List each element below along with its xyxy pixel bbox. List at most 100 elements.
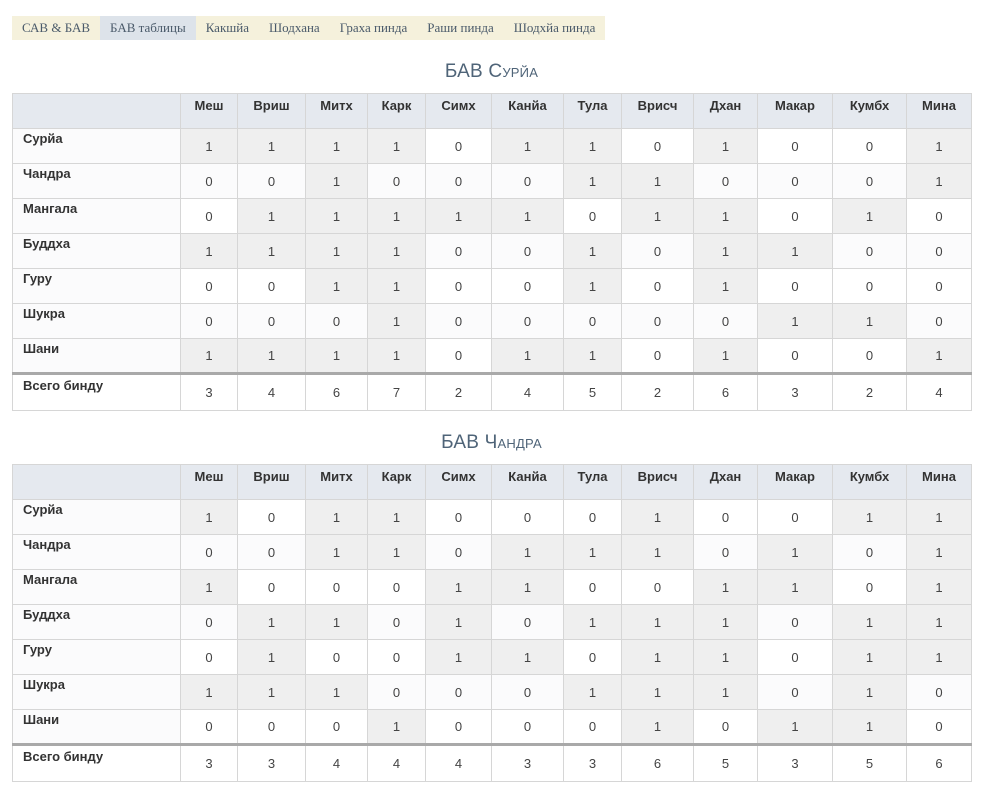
- column-header: Канйа: [491, 464, 564, 500]
- bindu-cell: 0: [621, 268, 694, 304]
- row-label: Сурйа: [12, 499, 181, 535]
- column-header: Дхан: [693, 464, 758, 500]
- bindu-cell: 0: [425, 499, 492, 535]
- total-cell: 4: [367, 744, 426, 782]
- bindu-cell: 0: [621, 233, 694, 269]
- bindu-cell: 1: [906, 128, 972, 164]
- bindu-cell: 1: [621, 198, 694, 234]
- bindu-cell: 0: [906, 303, 972, 339]
- row-label: Гуру: [12, 639, 181, 675]
- bav-table: Меш Вриш Митх Карк Симх Канйа Тула Врисч Дхан Мак…: [12, 464, 972, 782]
- corner-header-cell: [12, 464, 181, 500]
- bindu-cell: 1: [906, 163, 972, 199]
- total-cell: 3: [491, 744, 564, 782]
- bindu-cell: 1: [621, 534, 694, 570]
- tab-graha-pinda[interactable]: Граха пинда: [330, 16, 418, 40]
- total-cell: 5: [563, 373, 622, 411]
- bindu-cell: 1: [693, 569, 758, 605]
- bindu-cell: 0: [367, 674, 426, 710]
- bindu-cell: 1: [621, 499, 694, 535]
- column-header: Карк: [367, 93, 426, 129]
- bindu-cell: 1: [757, 534, 833, 570]
- bindu-cell: 1: [563, 604, 622, 640]
- bindu-cell: 0: [757, 604, 833, 640]
- column-header: Мина: [906, 464, 972, 500]
- total-cell: 7: [367, 373, 426, 411]
- bindu-cell: 1: [491, 198, 564, 234]
- bindu-cell: 0: [757, 338, 833, 374]
- bindu-cell: 1: [832, 303, 907, 339]
- total-cell: 2: [621, 373, 694, 411]
- bindu-cell: 1: [693, 198, 758, 234]
- row-label: Мангала: [12, 198, 181, 234]
- bindu-cell: 1: [305, 674, 368, 710]
- bindu-cell: 0: [621, 338, 694, 374]
- total-cell: 4: [425, 744, 492, 782]
- row-label: Буддха: [12, 233, 181, 269]
- bindu-cell: 1: [237, 604, 306, 640]
- bindu-cell: 1: [237, 639, 306, 675]
- total-cell: 6: [305, 373, 368, 411]
- table-row: Мангала 1 0 0 0 1 1 0 0 1 1 0 1: [12, 569, 972, 605]
- bindu-cell: 0: [425, 338, 492, 374]
- tab-kakshya[interactable]: Какшйа: [196, 16, 259, 40]
- bindu-cell: 1: [563, 674, 622, 710]
- column-header: Вриш: [237, 93, 306, 129]
- bindu-cell: 1: [367, 338, 426, 374]
- row-label: Чандра: [12, 534, 181, 570]
- bindu-cell: 1: [367, 268, 426, 304]
- column-header: Дхан: [693, 93, 758, 129]
- bindu-cell: 0: [305, 303, 368, 339]
- tab-sav-bav[interactable]: САВ & БАВ: [12, 16, 100, 40]
- bindu-cell: 1: [237, 233, 306, 269]
- bindu-cell: 1: [367, 709, 426, 745]
- bindu-cell: 1: [180, 499, 238, 535]
- total-row: Всего бинду 3 3 4 4 4 3 3 6 5 3 5 6: [12, 744, 972, 782]
- bindu-cell: 0: [491, 233, 564, 269]
- bindu-cell: 0: [425, 534, 492, 570]
- section-title: БАВ Чандра: [441, 432, 542, 453]
- bindu-cell: 0: [621, 128, 694, 164]
- bindu-cell: 1: [563, 163, 622, 199]
- bindu-cell: 1: [491, 569, 564, 605]
- total-cell: 3: [757, 373, 833, 411]
- column-header: Кумбх: [832, 464, 907, 500]
- column-header: Меш: [180, 93, 238, 129]
- bindu-cell: 1: [237, 338, 306, 374]
- bindu-cell: 0: [757, 499, 833, 535]
- column-header: Макар: [757, 93, 833, 129]
- bindu-cell: 1: [305, 534, 368, 570]
- bav-table: Меш Вриш Митх Карк Симх Канйа Тула Врисч Дхан Мак…: [12, 93, 972, 411]
- tab-shodhana[interactable]: Шодхана: [259, 16, 330, 40]
- bindu-cell: 1: [305, 604, 368, 640]
- column-header: Врисч: [621, 464, 694, 500]
- bindu-cell: 0: [367, 569, 426, 605]
- bindu-cell: 1: [367, 233, 426, 269]
- tab-bar: САВ & БАВ БАВ таблицы Какшйа Шодхана Гра…: [12, 16, 606, 40]
- bindu-cell: 0: [757, 163, 833, 199]
- bindu-cell: 0: [906, 268, 972, 304]
- bindu-cell: 1: [906, 338, 972, 374]
- tab-shodhya-pinda[interactable]: Шодхйа пинда: [504, 16, 606, 40]
- tab-rashi-pinda[interactable]: Раши пинда: [417, 16, 503, 40]
- total-cell: 3: [237, 744, 306, 782]
- bindu-cell: 0: [563, 303, 622, 339]
- bindu-cell: 0: [180, 163, 238, 199]
- total-cell: 2: [832, 373, 907, 411]
- total-cell: 4: [237, 373, 306, 411]
- total-cell: 3: [757, 744, 833, 782]
- bindu-cell: 1: [367, 198, 426, 234]
- bindu-cell: 0: [832, 338, 907, 374]
- bindu-cell: 1: [237, 128, 306, 164]
- bindu-cell: 1: [906, 604, 972, 640]
- table-header-row: Меш Вриш Митх Карк Симх Канйа Тула Врисч Дхан Мак…: [12, 93, 972, 129]
- tab-bav-tables[interactable]: БАВ таблицы: [100, 16, 196, 40]
- bindu-cell: 1: [305, 233, 368, 269]
- total-cell: 6: [693, 373, 758, 411]
- bindu-cell: 1: [693, 338, 758, 374]
- total-cell: 6: [906, 744, 972, 782]
- bindu-cell: 1: [305, 268, 368, 304]
- bindu-cell: 0: [425, 268, 492, 304]
- bindu-cell: 0: [237, 499, 306, 535]
- table-row: Сурйа 1 1 1 1 0 1 1 0 1 0 0 1: [12, 128, 972, 164]
